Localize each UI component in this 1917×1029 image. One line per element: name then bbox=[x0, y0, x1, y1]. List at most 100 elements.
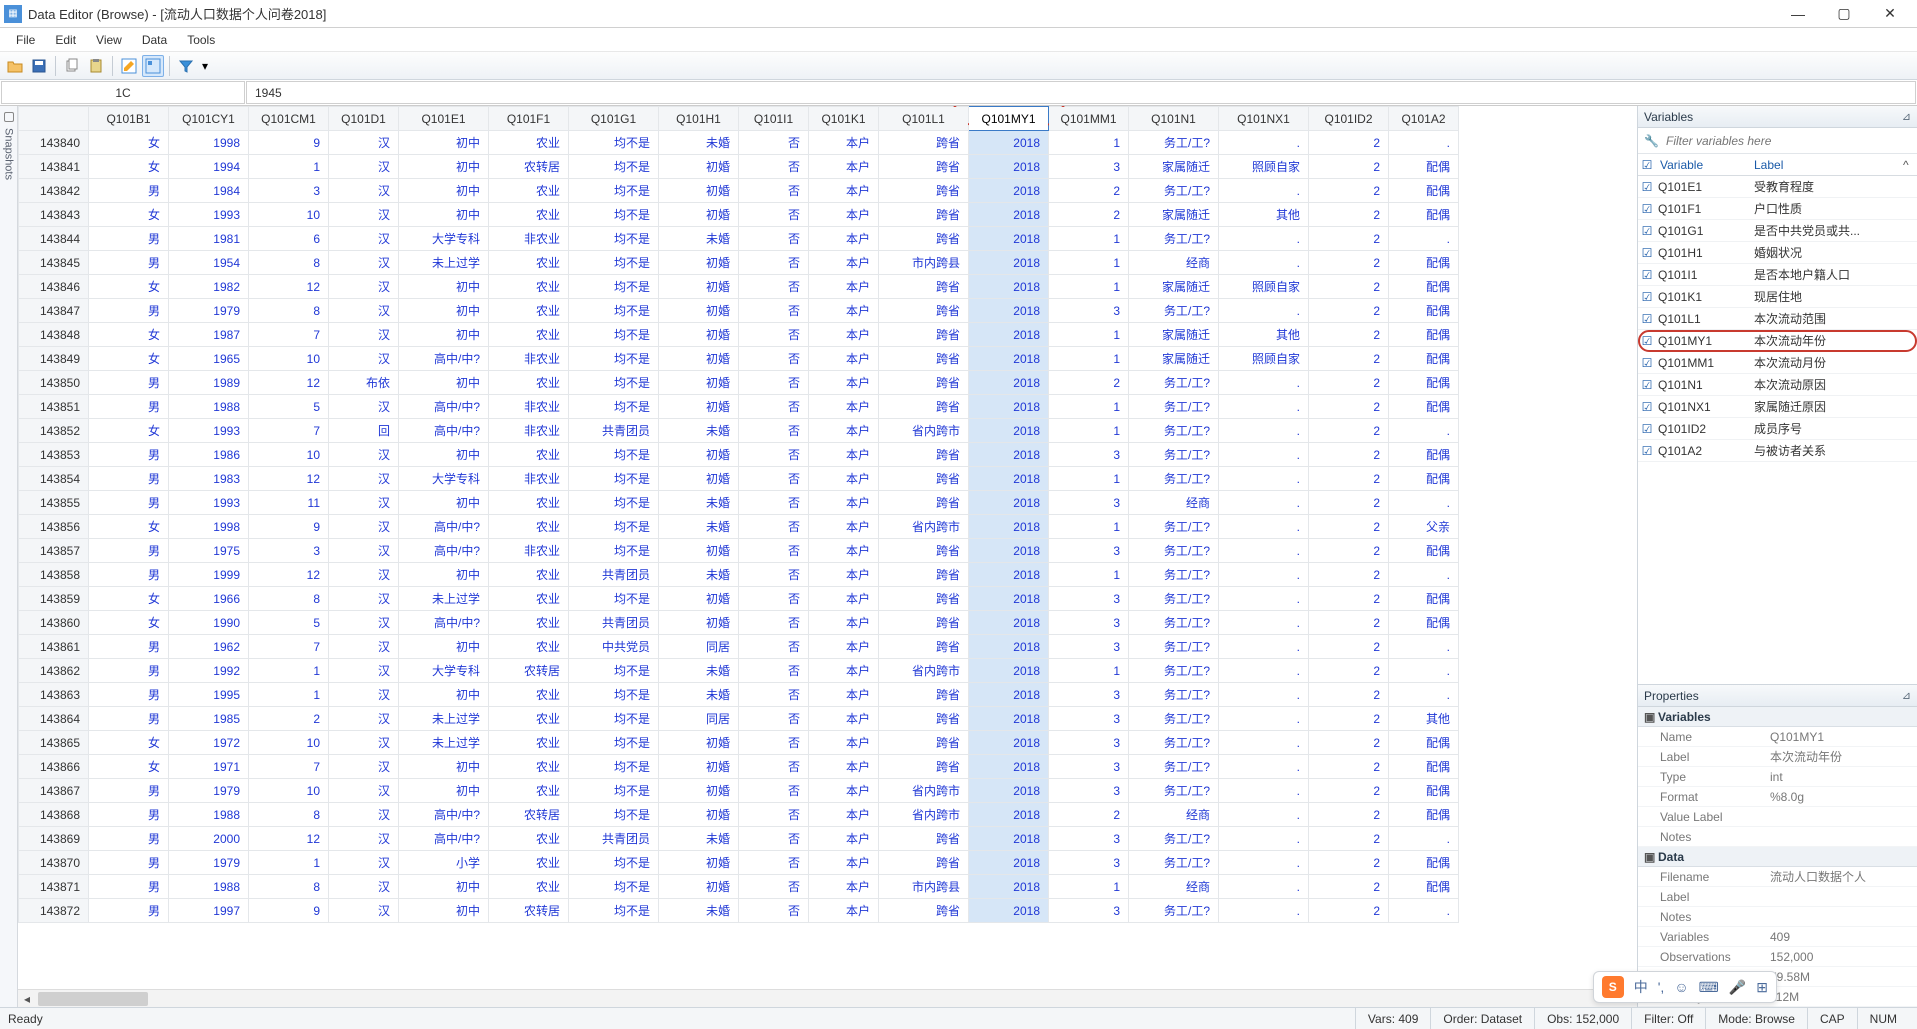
table-row[interactable]: 143851男19885汉高中/中?非农业均不是初婚否本户跨省20181务工/工… bbox=[19, 395, 1459, 419]
column-header[interactable]: Q101I1 bbox=[739, 107, 809, 131]
data-cell[interactable]: 务工/工? bbox=[1129, 179, 1219, 203]
data-cell[interactable]: 2018 bbox=[969, 611, 1049, 635]
data-cell[interactable]: 高中/中? bbox=[399, 347, 489, 371]
data-cell[interactable]: 务工/工? bbox=[1129, 371, 1219, 395]
data-cell[interactable]: 务工/工? bbox=[1129, 467, 1219, 491]
variable-row[interactable]: ☑ Q101E1 受教育程度 bbox=[1638, 176, 1917, 198]
data-cell[interactable]: 省内跨市 bbox=[879, 659, 969, 683]
data-cell[interactable]: 配偶 bbox=[1389, 731, 1459, 755]
data-cell[interactable]: 农业 bbox=[489, 707, 569, 731]
data-cell[interactable]: 配偶 bbox=[1389, 539, 1459, 563]
data-cell[interactable]: 1990 bbox=[169, 611, 249, 635]
data-cell[interactable]: 务工/工? bbox=[1129, 707, 1219, 731]
data-cell[interactable]: 2018 bbox=[969, 419, 1049, 443]
data-cell[interactable]: 汉 bbox=[329, 443, 399, 467]
data-cell[interactable]: 初婚 bbox=[659, 299, 739, 323]
data-cell[interactable]: 5 bbox=[249, 611, 329, 635]
data-cell[interactable]: 2 bbox=[1309, 515, 1389, 539]
data-cell[interactable]: 务工/工? bbox=[1129, 515, 1219, 539]
data-cell[interactable]: 初中 bbox=[399, 563, 489, 587]
table-row[interactable]: 143861男19627汉初中农业中共党员同居否本户跨省20183务工/工?.2… bbox=[19, 635, 1459, 659]
data-cell[interactable]: 务工/工? bbox=[1129, 635, 1219, 659]
data-cell[interactable]: 3 bbox=[1049, 731, 1129, 755]
data-cell[interactable]: 家属随迁 bbox=[1129, 347, 1219, 371]
data-cell[interactable]: 否 bbox=[739, 203, 809, 227]
browse-mode-icon[interactable] bbox=[142, 55, 164, 77]
data-cell[interactable]: 否 bbox=[739, 275, 809, 299]
data-cell[interactable]: 初婚 bbox=[659, 467, 739, 491]
data-cell[interactable]: 否 bbox=[739, 899, 809, 923]
data-cell[interactable]: 均不是 bbox=[569, 179, 659, 203]
table-row[interactable]: 143870男19791汉小学农业均不是初婚否本户跨省20183务工/工?.2配… bbox=[19, 851, 1459, 875]
data-cell[interactable]: 农业 bbox=[489, 779, 569, 803]
data-cell[interactable]: 均不是 bbox=[569, 875, 659, 899]
data-cell[interactable]: 2018 bbox=[969, 659, 1049, 683]
variable-row[interactable]: ☑ Q101F1 户口性质 bbox=[1638, 198, 1917, 220]
data-cell[interactable]: 本户 bbox=[809, 659, 879, 683]
data-cell[interactable]: 小学 bbox=[399, 851, 489, 875]
data-cell[interactable]: 2 bbox=[1309, 587, 1389, 611]
data-cell[interactable]: . bbox=[1219, 443, 1309, 467]
data-cell[interactable]: 务工/工? bbox=[1129, 563, 1219, 587]
data-cell[interactable]: 农业 bbox=[489, 875, 569, 899]
data-cell[interactable]: 3 bbox=[1049, 443, 1129, 467]
data-cell[interactable]: . bbox=[1219, 659, 1309, 683]
data-cell[interactable]: 农业 bbox=[489, 755, 569, 779]
data-cell[interactable]: 务工/工? bbox=[1129, 659, 1219, 683]
data-cell[interactable]: 汉 bbox=[329, 467, 399, 491]
data-cell[interactable]: 本户 bbox=[809, 131, 879, 155]
data-cell[interactable]: 本户 bbox=[809, 611, 879, 635]
data-cell[interactable]: 未婚 bbox=[659, 563, 739, 587]
data-cell[interactable]: 男 bbox=[89, 299, 169, 323]
data-cell[interactable]: 2 bbox=[1309, 155, 1389, 179]
data-cell[interactable]: 2018 bbox=[969, 371, 1049, 395]
data-cell[interactable]: 跨省 bbox=[879, 683, 969, 707]
data-cell[interactable]: 2 bbox=[1309, 395, 1389, 419]
data-cell[interactable]: 农业 bbox=[489, 731, 569, 755]
data-cell[interactable]: 农业 bbox=[489, 443, 569, 467]
data-cell[interactable]: 共青团员 bbox=[569, 563, 659, 587]
data-cell[interactable]: 家属随迁 bbox=[1129, 203, 1219, 227]
data-cell[interactable]: 1 bbox=[249, 155, 329, 179]
data-cell[interactable]: 2 bbox=[1309, 323, 1389, 347]
data-cell[interactable]: 1966 bbox=[169, 587, 249, 611]
variable-row[interactable]: ☑ Q101A2 与被访者关系 bbox=[1638, 440, 1917, 462]
table-row[interactable]: 143849女196510汉高中/中?非农业均不是初婚否本户跨省20181家属随… bbox=[19, 347, 1459, 371]
variable-col-header[interactable]: Variable bbox=[1656, 158, 1748, 172]
data-cell[interactable]: 高中/中? bbox=[399, 395, 489, 419]
data-cell[interactable]: 2018 bbox=[969, 539, 1049, 563]
data-cell[interactable]: 汉 bbox=[329, 299, 399, 323]
data-cell[interactable]: 2018 bbox=[969, 491, 1049, 515]
data-cell[interactable]: 配偶 bbox=[1389, 443, 1459, 467]
data-cell[interactable]: 女 bbox=[89, 755, 169, 779]
data-cell[interactable]: 8 bbox=[249, 803, 329, 827]
data-cell[interactable]: 2018 bbox=[969, 443, 1049, 467]
data-cell[interactable]: 配偶 bbox=[1389, 395, 1459, 419]
data-cell[interactable]: 务工/工? bbox=[1129, 131, 1219, 155]
cell-reference[interactable]: 1C bbox=[1, 81, 245, 104]
data-cell[interactable]: 3 bbox=[1049, 779, 1129, 803]
data-cell[interactable]: 非农业 bbox=[489, 539, 569, 563]
data-cell[interactable]: 跨省 bbox=[879, 467, 969, 491]
data-cell[interactable]: 10 bbox=[249, 779, 329, 803]
data-cell[interactable]: 跨省 bbox=[879, 275, 969, 299]
variable-row[interactable]: ☑ Q101MY1 本次流动年份 bbox=[1638, 330, 1917, 352]
data-cell[interactable]: 女 bbox=[89, 275, 169, 299]
data-cell[interactable]: 否 bbox=[739, 323, 809, 347]
checkbox-icon[interactable]: ☑ bbox=[1638, 268, 1656, 282]
data-cell[interactable]: 未婚 bbox=[659, 491, 739, 515]
row-header[interactable]: 143855 bbox=[19, 491, 89, 515]
data-cell[interactable]: 2 bbox=[1309, 539, 1389, 563]
data-cell[interactable]: 配偶 bbox=[1389, 251, 1459, 275]
data-cell[interactable]: 男 bbox=[89, 251, 169, 275]
data-cell[interactable]: 配偶 bbox=[1389, 323, 1459, 347]
data-cell[interactable]: 12 bbox=[249, 467, 329, 491]
data-cell[interactable]: 初婚 bbox=[659, 155, 739, 179]
data-cell[interactable]: 本户 bbox=[809, 275, 879, 299]
data-cell[interactable]: 农转居 bbox=[489, 155, 569, 179]
data-cell[interactable]: 照顾自家 bbox=[1219, 275, 1309, 299]
data-cell[interactable]: 初中 bbox=[399, 875, 489, 899]
data-cell[interactable]: 1 bbox=[1049, 131, 1129, 155]
data-grid[interactable]: Q101B1Q101CY1Q101CM1Q101D1Q101E1Q101F1Q1… bbox=[18, 106, 1637, 989]
data-cell[interactable]: 2018 bbox=[969, 587, 1049, 611]
